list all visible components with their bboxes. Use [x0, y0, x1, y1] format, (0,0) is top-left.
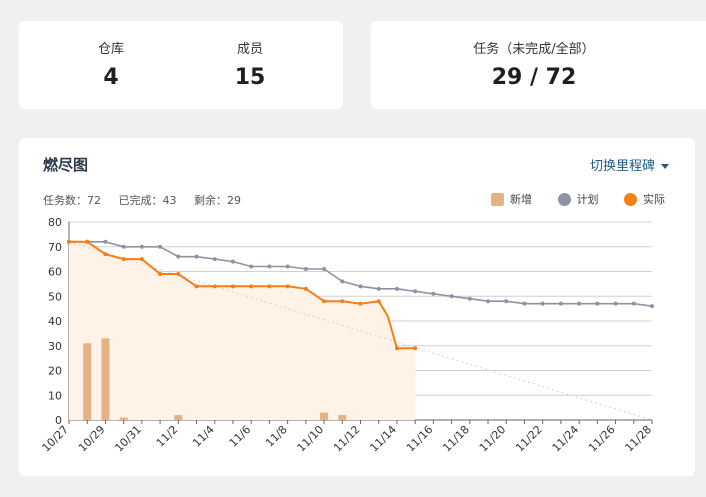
- y-tick-label: 60: [48, 266, 62, 279]
- plan-point: [577, 301, 582, 306]
- y-tick-label: 50: [48, 290, 62, 303]
- burndown-chart: 0102030405060708010/27 10/29 10/31 11/2 11/4…: [40, 216, 655, 455]
- actual-point: [322, 299, 327, 304]
- y-tick-label: 80: [48, 216, 62, 229]
- plan-point: [540, 301, 545, 306]
- actual-point: [194, 284, 199, 289]
- plan-point: [285, 264, 290, 269]
- x-tick-label: 11/14: [367, 423, 399, 455]
- actual-area: [69, 241, 416, 420]
- plan-point: [230, 259, 235, 264]
- x-tick-label: 11/22: [513, 423, 545, 455]
- actual-point: [158, 271, 163, 276]
- actual-point: [230, 284, 235, 289]
- actual-point: [413, 346, 418, 351]
- plan-point: [303, 267, 308, 272]
- repo-label: 仓库: [97, 42, 124, 57]
- added-bar: [101, 338, 110, 420]
- repo-value: 4: [103, 65, 119, 90]
- actual-point: [103, 252, 108, 257]
- task-label: 任务（未完成/全部）: [473, 42, 595, 57]
- plan-point: [631, 301, 636, 306]
- actual-point: [340, 299, 345, 304]
- x-tick-label: 11/24: [550, 423, 582, 455]
- plan-point: [650, 304, 654, 309]
- plan-point: [212, 257, 217, 262]
- plan-point: [595, 301, 600, 306]
- plan-point: [504, 299, 509, 304]
- plan-point: [249, 264, 254, 269]
- actual-point: [394, 346, 399, 351]
- plan-point: [558, 301, 563, 306]
- x-tick-label: 11/26: [586, 423, 618, 455]
- actual-point: [358, 301, 363, 306]
- burndown-card: 燃尽图 切换里程碑 任务数：72 已完成：43 剩余：29 新增 计划 实际 0…: [19, 138, 695, 476]
- added-bar: [174, 415, 183, 420]
- actual-point: [139, 257, 144, 262]
- actual-point: [121, 257, 126, 262]
- x-tick-label: 11/4: [190, 423, 217, 450]
- x-tick-label: 11/18: [440, 423, 472, 455]
- added-bar: [83, 343, 92, 420]
- plan-point: [431, 291, 436, 296]
- plan-point: [449, 294, 454, 299]
- stats-card: 仓库 4 成员 15: [19, 21, 343, 109]
- actual-point: [249, 284, 254, 289]
- plan-point: [340, 279, 345, 284]
- plan-point: [376, 286, 381, 291]
- plan-point: [194, 254, 199, 259]
- actual-point: [67, 239, 71, 244]
- x-tick-label: 11/12: [331, 423, 363, 455]
- plan-point: [139, 244, 144, 249]
- plan-point: [394, 286, 399, 291]
- plan-point: [522, 301, 527, 306]
- plan-point: [413, 289, 418, 294]
- tasks-card: 任务（未完成/全部） 29 / 72: [371, 21, 706, 109]
- plan-point: [467, 296, 472, 301]
- x-tick-label: 11/20: [477, 423, 509, 455]
- x-tick-label: 11/8: [263, 423, 290, 450]
- y-tick-label: 20: [48, 365, 62, 378]
- added-bar: [338, 415, 347, 420]
- y-tick-label: 30: [48, 340, 62, 353]
- x-tick-label: 10/27: [40, 423, 72, 455]
- member-value: 15: [234, 65, 266, 90]
- y-tick-label: 40: [48, 315, 62, 328]
- actual-point: [376, 299, 381, 304]
- actual-point: [212, 284, 217, 289]
- plan-point: [486, 299, 491, 304]
- x-tick-label: 11/10: [295, 423, 327, 455]
- plan-point: [103, 239, 108, 244]
- x-tick-label: 10/29: [76, 423, 108, 455]
- actual-point: [303, 286, 308, 291]
- y-tick-label: 10: [48, 389, 62, 402]
- added-bar: [119, 417, 128, 420]
- plan-point: [158, 244, 163, 249]
- y-tick-label: 70: [48, 241, 62, 254]
- added-bar: [320, 412, 329, 420]
- x-tick-label: 11/16: [404, 423, 436, 455]
- plan-point: [176, 254, 181, 259]
- member-label: 成员: [236, 42, 263, 57]
- x-tick-label: 11/28: [623, 423, 655, 455]
- plan-point: [267, 264, 272, 269]
- task-value: 29 / 72: [491, 65, 577, 90]
- actual-point: [267, 284, 272, 289]
- plan-point: [322, 267, 327, 272]
- actual-point: [85, 239, 90, 244]
- x-tick-label: 11/2: [154, 423, 181, 450]
- plan-point: [358, 284, 363, 289]
- actual-point: [176, 271, 181, 276]
- actual-point: [285, 284, 290, 289]
- x-tick-label: 11/6: [227, 423, 254, 450]
- plan-point: [613, 301, 618, 306]
- x-tick-label: 10/31: [112, 423, 144, 455]
- plan-point: [121, 244, 126, 249]
